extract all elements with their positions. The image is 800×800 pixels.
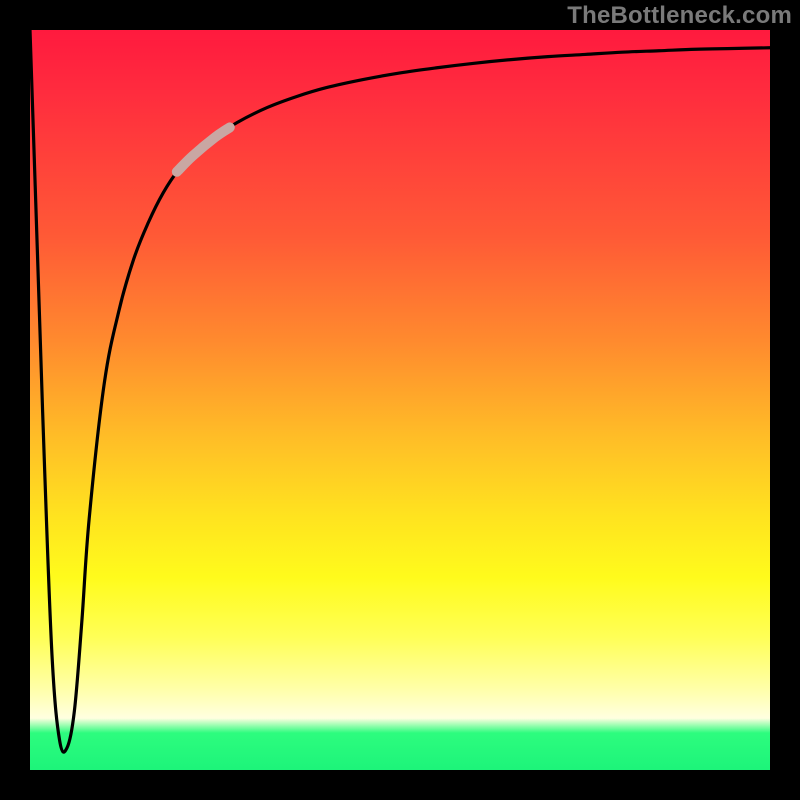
watermark-text: TheBottleneck.com bbox=[567, 2, 792, 30]
chart-frame: TheBottleneck.com bbox=[0, 0, 800, 800]
bottleneck-curve bbox=[30, 30, 770, 752]
plot-area bbox=[30, 30, 770, 770]
curve-highlight-segment bbox=[177, 127, 230, 171]
curve-layer bbox=[30, 30, 770, 770]
